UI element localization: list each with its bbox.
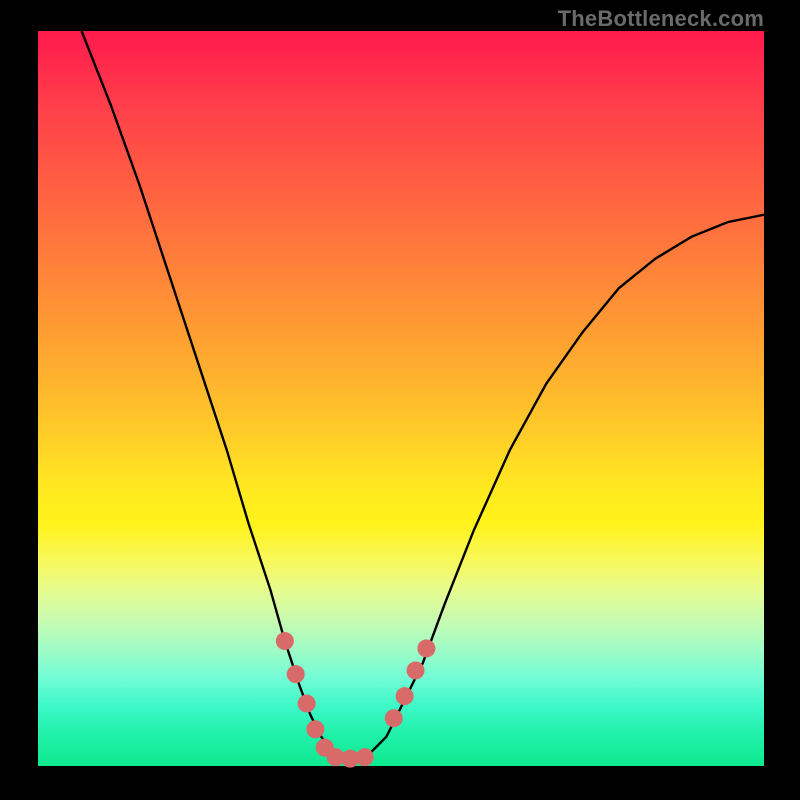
- marker-dot: [396, 687, 414, 705]
- marker-dot: [306, 720, 324, 738]
- chart-overlay: [0, 0, 800, 800]
- marker-dot: [385, 709, 403, 727]
- chart-root: { "watermark": { "text": "TheBottleneck.…: [0, 0, 800, 800]
- marker-dot: [298, 695, 316, 713]
- marker-dot: [407, 661, 425, 679]
- markers-group: [276, 632, 436, 768]
- marker-dot: [276, 632, 294, 650]
- marker-dot: [287, 665, 305, 683]
- marker-dot: [356, 748, 374, 766]
- marker-dot: [417, 639, 435, 657]
